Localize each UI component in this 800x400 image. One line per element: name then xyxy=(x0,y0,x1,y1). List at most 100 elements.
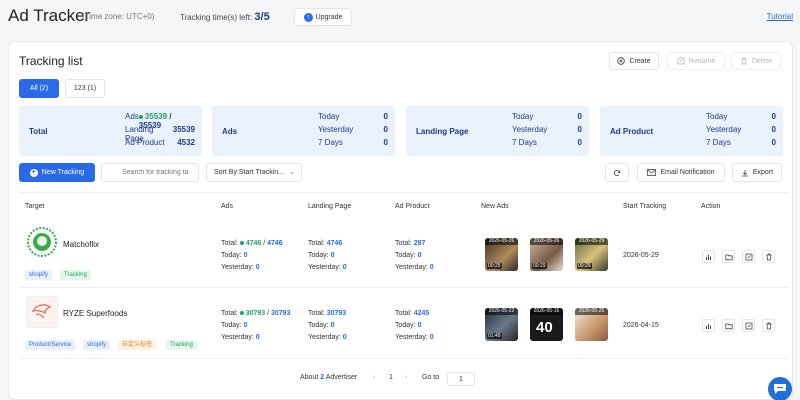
rename-button[interactable]: Rename xyxy=(667,52,725,70)
timezone-label: (Time zone: UTC+0) xyxy=(82,12,155,21)
stat-value: 0 xyxy=(429,264,434,271)
refresh-button[interactable] xyxy=(605,163,629,182)
page-number[interactable]: 1 xyxy=(389,374,393,381)
stat-label: Total: xyxy=(221,240,238,247)
card-value: 0 xyxy=(577,138,582,147)
bar-chart-icon xyxy=(705,323,711,329)
stat-value: 4245 xyxy=(413,310,430,317)
tag: Product/Service xyxy=(25,340,76,350)
active-dot-icon xyxy=(239,241,244,246)
prod-yesterday: Yesterday: 0 xyxy=(395,264,434,271)
stat-value: 0 xyxy=(255,334,260,341)
delete-action-button[interactable] xyxy=(762,319,775,332)
ryze-logo-icon xyxy=(31,304,52,319)
active-dot-icon xyxy=(239,311,244,316)
chart-action-button[interactable] xyxy=(702,319,715,332)
card-value: 0 xyxy=(383,138,388,147)
tag: Tracking xyxy=(60,270,91,280)
sort-select[interactable]: Sort By:Start Trackin... ⌄ xyxy=(206,163,302,182)
chevron-down-icon: ⌄ xyxy=(289,169,295,176)
pagination-count: 2 xyxy=(320,374,325,381)
next-page-button[interactable]: › xyxy=(405,374,407,381)
edit-action-button[interactable] xyxy=(742,250,755,263)
rename-label: Rename xyxy=(688,57,716,65)
delete-label: Delete xyxy=(751,57,773,65)
folder-icon xyxy=(724,254,733,260)
trash-icon xyxy=(766,322,771,329)
chat-bubble-icon xyxy=(774,384,786,394)
ad-thumbnail[interactable]: 2026-05-26 00:25 xyxy=(485,238,518,271)
chat-support-button[interactable] xyxy=(768,377,792,400)
app-title: Ad Tracker xyxy=(8,6,91,25)
card-row-7days: 7 Days 0 xyxy=(318,138,388,147)
advertiser-name[interactable]: Matchoflix xyxy=(63,240,99,249)
delete-button[interactable]: Delete xyxy=(731,52,781,70)
export-button[interactable]: Export xyxy=(732,163,782,182)
new-tracking-label: New Tracking xyxy=(41,169,85,176)
tracking-left-label: Tracking time(s) left: xyxy=(180,13,253,22)
stat-value: 0 xyxy=(255,264,260,271)
divider xyxy=(19,287,789,288)
tag: shopify xyxy=(25,270,53,280)
tutorial-link[interactable]: Tutorial xyxy=(767,12,793,21)
new-tracking-button[interactable]: + New Tracking xyxy=(19,163,95,182)
summary-card-product: Ad Product Today 0 Yesterday 0 7 Days 0 xyxy=(600,106,783,156)
stat-value: 0 xyxy=(429,334,434,341)
tab-all[interactable]: All (2) xyxy=(19,79,59,98)
upgrade-button[interactable]: ↑ Upgrade xyxy=(294,8,352,26)
stat-label: Yesterday: xyxy=(308,264,341,271)
tab-123[interactable]: 123 (1) xyxy=(65,79,105,98)
edit-icon xyxy=(677,57,685,65)
card-row-today: Today 0 xyxy=(512,112,582,121)
card-value: 0 xyxy=(771,125,776,134)
ads-total-count: 4746 xyxy=(267,240,283,247)
stat-label: Yesterday: xyxy=(395,264,428,271)
email-notification-button[interactable]: Email Notification xyxy=(637,163,725,182)
ad-thumbnail[interactable]: 2026-05-16 40 xyxy=(530,308,563,341)
goto-label: Go to xyxy=(422,374,440,381)
start-date: 2026-04-15 xyxy=(623,322,659,329)
stat-value: 0 xyxy=(330,322,335,329)
stat-label: Today: xyxy=(308,322,329,329)
prod-yesterday: Yesterday: 0 xyxy=(395,334,434,341)
advertiser-name[interactable]: RYZE Superfoods xyxy=(63,309,127,318)
stat-value: 4746 xyxy=(326,240,343,247)
card-label: Today xyxy=(318,112,340,121)
ad-thumbnail[interactable]: 2026-05-25 xyxy=(575,308,608,341)
refresh-icon xyxy=(613,169,621,176)
stat-value: 0 xyxy=(342,264,347,271)
ad-thumbnail[interactable]: 2026-05-26 00:29 xyxy=(530,238,563,271)
email-label: Email Notification xyxy=(660,169,715,176)
panel-title: Tracking list xyxy=(19,54,83,68)
pagination-unit: Advertiser xyxy=(325,374,358,381)
folder-action-button[interactable] xyxy=(722,250,735,263)
card-value: 0 xyxy=(383,112,388,121)
lp-total: Total: 4746 xyxy=(308,240,342,247)
tag: Tracking xyxy=(166,340,197,350)
prod-total: Total: 4245 xyxy=(395,310,429,317)
delete-action-button[interactable] xyxy=(762,250,775,263)
goto-input[interactable]: 1 xyxy=(447,372,475,386)
thumb-date: 2026-05-26 xyxy=(530,238,563,245)
prev-page-button[interactable]: ‹ xyxy=(373,374,375,381)
tracking-panel: Tracking list Create Rename Delete All (… xyxy=(8,41,793,400)
trash-icon xyxy=(766,253,771,260)
col-target: Target xyxy=(25,203,45,210)
edit-icon xyxy=(745,322,752,329)
search-input[interactable] xyxy=(101,163,199,182)
folder-action-button[interactable] xyxy=(722,319,735,332)
chart-action-button[interactable] xyxy=(702,250,715,263)
card-row-today: Today 0 xyxy=(706,112,776,121)
tag: shopify xyxy=(83,340,111,350)
ad-thumbnail[interactable]: 2026-05-29 00:29 xyxy=(575,238,608,271)
create-button[interactable]: Create xyxy=(609,52,659,70)
col-new-ads: New Ads xyxy=(481,203,509,210)
thumb-duration: 00:29 xyxy=(577,263,592,269)
ad-thumbnail[interactable]: 2026-05-22 01:49 xyxy=(485,308,518,341)
start-date: 2026-05-29 xyxy=(623,252,659,259)
lp-today: Today: 0 xyxy=(308,322,334,329)
summary-card-landing: Landing Page Today 0 Yesterday 0 7 Days 0 xyxy=(406,106,589,156)
edit-icon xyxy=(745,253,752,260)
stat-value: 0 xyxy=(417,252,422,259)
edit-action-button[interactable] xyxy=(742,319,755,332)
